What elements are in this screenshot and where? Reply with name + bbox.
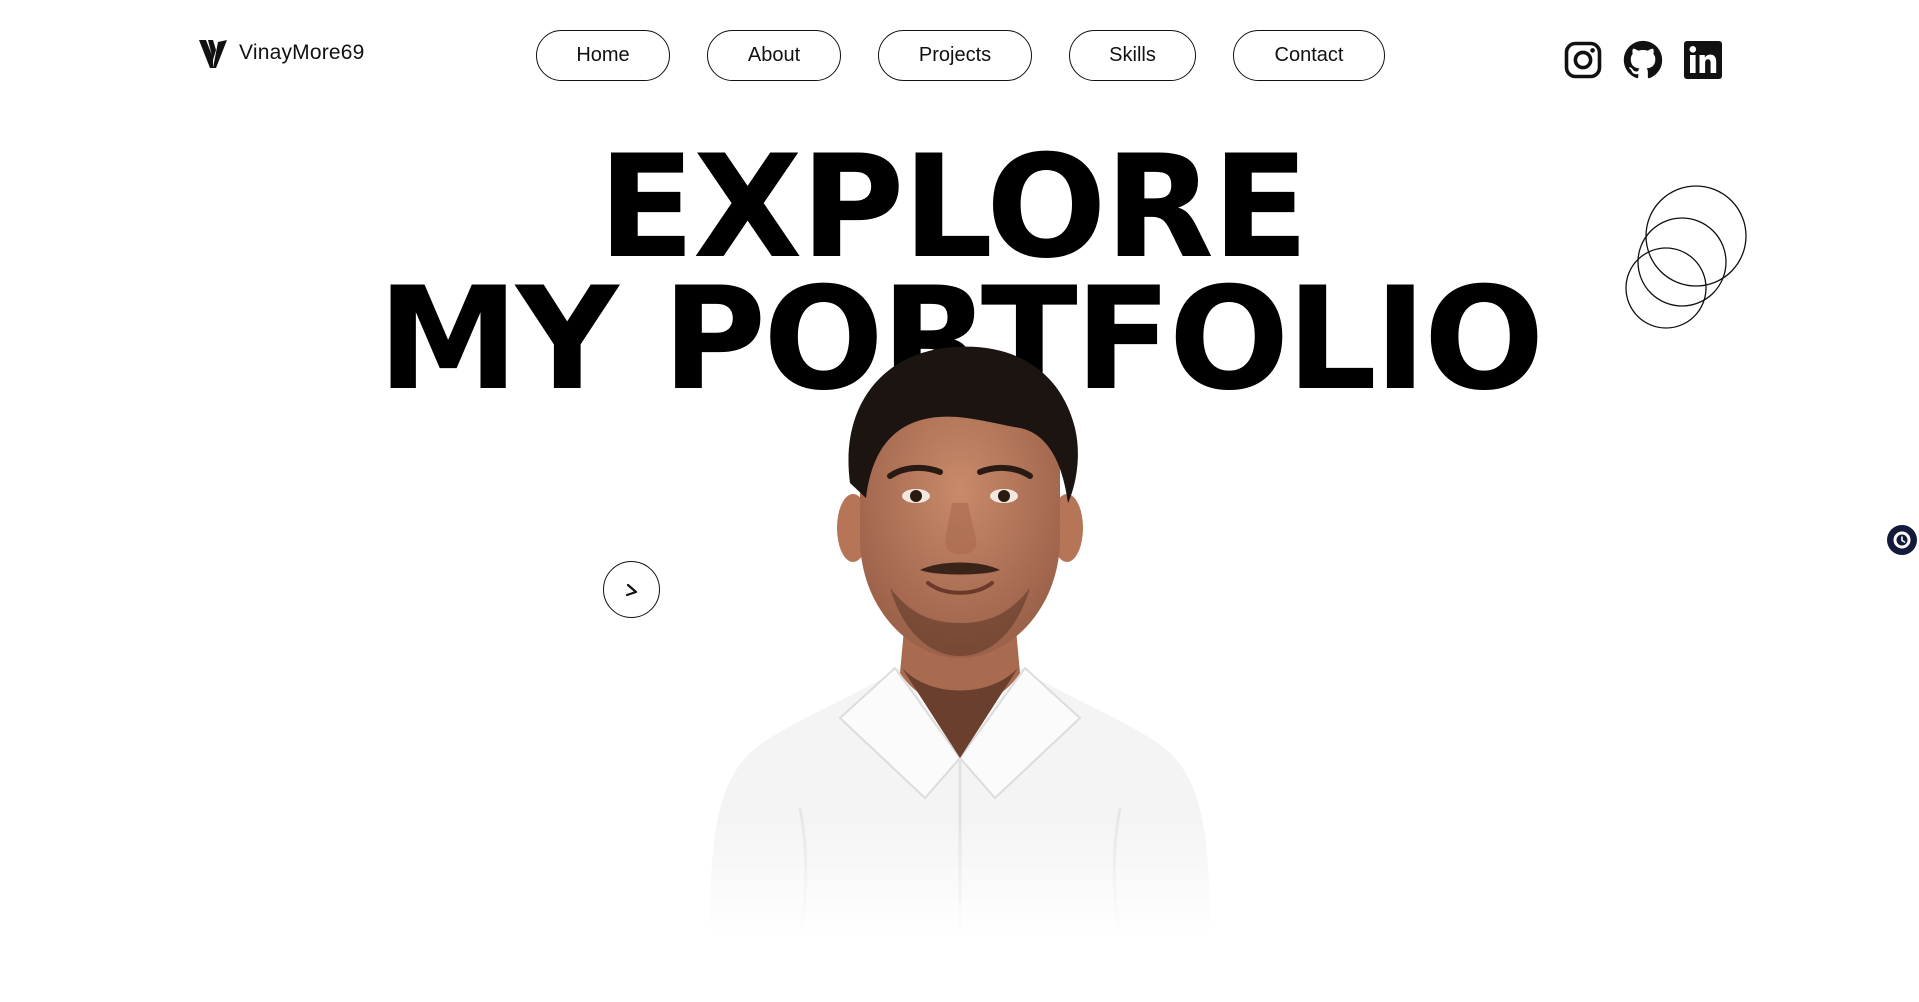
linkedin-icon	[1684, 41, 1722, 79]
github-link[interactable]	[1623, 38, 1663, 82]
linkedin-link[interactable]	[1683, 38, 1723, 82]
portfolio-page: VinayMore69 Home About Projects Skills C…	[0, 0, 1919, 1002]
nav-home-button[interactable]: Home	[536, 30, 670, 81]
social-links	[1563, 38, 1723, 82]
chat-icon	[1893, 531, 1911, 549]
github-icon	[1623, 40, 1663, 79]
instagram-link[interactable]	[1563, 38, 1603, 82]
nav-contact-button[interactable]: Contact	[1233, 30, 1385, 81]
nav-skills-button[interactable]: Skills	[1069, 30, 1196, 81]
arrow-icon	[625, 583, 637, 596]
chat-widget-button[interactable]	[1887, 525, 1917, 555]
nav-projects-button[interactable]: Projects	[878, 30, 1032, 81]
profile-portrait	[690, 346, 1230, 938]
decorative-rings-icon	[1625, 185, 1747, 329]
instagram-icon	[1564, 41, 1602, 79]
nav-about-button[interactable]: About	[707, 30, 841, 81]
scroll-down-button[interactable]	[603, 561, 660, 618]
